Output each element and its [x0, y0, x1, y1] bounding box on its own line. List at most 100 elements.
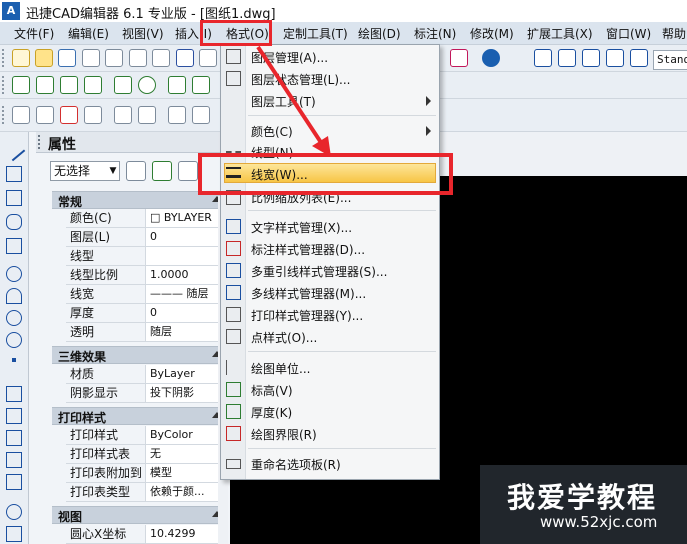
cloud-icon[interactable] — [82, 49, 100, 67]
menu-plot-style[interactable]: 打印样式管理器(Y)... — [251, 307, 363, 324]
prop-value[interactable]: 随层 — [150, 323, 228, 341]
menu-edit[interactable]: 编辑(E) — [68, 25, 109, 42]
prop-row[interactable]: 线型比例 1.0000 — [66, 266, 228, 285]
prop-row[interactable]: 打印表类型 依赖于颜... — [66, 483, 228, 502]
layer-isolate-icon[interactable] — [114, 106, 132, 124]
menu-layer-tools[interactable]: 图层工具(T) — [251, 93, 316, 110]
freehand-icon[interactable] — [6, 238, 22, 254]
prop-row[interactable]: 厚度 0 — [66, 304, 228, 323]
layer-icon[interactable] — [12, 106, 30, 124]
menu-dim-style[interactable]: 标注样式管理器(D)... — [251, 241, 365, 258]
section-plot-style[interactable]: 打印样式 — [52, 407, 228, 425]
prop-value[interactable]: 投下阴影 — [150, 384, 228, 402]
prop-row[interactable]: 材质 ByLayer — [66, 365, 228, 384]
toolbar-grip[interactable] — [2, 76, 8, 94]
text-edit-icon[interactable] — [582, 49, 600, 67]
select-objects-icon[interactable] — [152, 161, 172, 181]
ray-icon[interactable] — [6, 190, 22, 206]
region-icon[interactable] — [6, 474, 22, 490]
menu-mline-style[interactable]: 多线样式管理器(M)... — [251, 285, 366, 302]
menu-dimension[interactable]: 标注(N) — [414, 25, 456, 42]
plot-icon[interactable] — [152, 49, 170, 67]
spline-icon[interactable] — [6, 214, 22, 230]
menu-draw[interactable]: 绘图(D) — [358, 25, 401, 42]
prop-value[interactable]: 无 — [150, 445, 228, 463]
dish-icon[interactable] — [168, 76, 186, 94]
prop-row[interactable]: 打印表附加到 模型 — [66, 464, 228, 483]
menu-custom-tools[interactable]: 定制工具(T) — [283, 25, 348, 42]
helix-icon[interactable] — [6, 408, 22, 424]
toolbar-grip[interactable] — [2, 106, 8, 124]
menu-layer-manager[interactable]: 图层管理(A)... — [251, 49, 328, 66]
menu-view[interactable]: 视图(V) — [122, 25, 164, 42]
menu-help[interactable]: 帮助 — [662, 25, 686, 42]
polyline-icon[interactable] — [6, 166, 22, 182]
layer-walk-icon[interactable] — [138, 106, 156, 124]
layer-freeze-icon[interactable] — [168, 106, 186, 124]
quick-select-icon[interactable] — [178, 161, 198, 181]
cylinder-icon[interactable] — [114, 76, 132, 94]
menu-window[interactable]: 窗口(W) — [606, 25, 651, 42]
help-icon[interactable] — [482, 49, 500, 67]
menu-limits[interactable]: 绘图界限(R) — [251, 426, 317, 443]
text-icon[interactable] — [558, 49, 576, 67]
save-icon[interactable] — [58, 49, 76, 67]
point-icon[interactable] — [12, 358, 16, 362]
prop-row[interactable]: 线宽 ——— 随层 — [66, 285, 228, 304]
menu-modify[interactable]: 修改(M) — [470, 25, 514, 42]
prop-row[interactable]: 线型 — [66, 247, 228, 266]
hatch-icon[interactable] — [6, 452, 22, 468]
text-scale-icon[interactable] — [606, 49, 624, 67]
prop-value[interactable]: 依赖于颜... — [150, 483, 228, 501]
line-icon[interactable] — [2, 138, 26, 162]
menu-thickness[interactable]: 厚度(K) — [251, 404, 292, 421]
prop-value[interactable]: 模型 — [150, 464, 228, 482]
sphere-icon[interactable] — [138, 76, 156, 94]
prop-row[interactable]: 阴影显示 投下阴影 — [66, 384, 228, 403]
prop-value[interactable]: 0 — [150, 304, 228, 322]
menu-point-style[interactable]: 点样式(O)... — [251, 329, 317, 346]
wedge-icon[interactable] — [36, 76, 54, 94]
text-style-select[interactable]: Standa — [653, 50, 687, 70]
menu-elevation[interactable]: 标高(V) — [251, 382, 293, 399]
prop-row[interactable]: 颜色(C) □ BYLAYER — [66, 209, 228, 228]
chevron-down-icon[interactable]: ▼ — [106, 161, 120, 181]
prop-row[interactable]: 打印样式 ByColor — [66, 426, 228, 445]
menu-color[interactable]: 颜色(C) — [251, 123, 293, 140]
open-folder-icon[interactable] — [35, 49, 53, 67]
print-icon[interactable] — [105, 49, 123, 67]
prop-row[interactable]: 图层(L) 0 — [66, 228, 228, 247]
panel-grip[interactable] — [38, 135, 44, 149]
purge-icon[interactable] — [450, 49, 468, 67]
prop-value[interactable]: 1.0000 — [150, 266, 228, 284]
dome-icon[interactable] — [192, 76, 210, 94]
text-style-icon[interactable] — [534, 49, 552, 67]
donut-icon[interactable] — [6, 504, 22, 520]
polygon-icon[interactable] — [6, 430, 22, 446]
toggle-pickadd-icon[interactable] — [126, 161, 146, 181]
menu-layer-state[interactable]: 图层状态管理(L)... — [251, 71, 351, 88]
prop-row[interactable]: 透明 随层 — [66, 323, 228, 342]
section-3d-effects[interactable]: 三维效果 — [52, 346, 228, 364]
arc-icon[interactable] — [6, 288, 22, 304]
menu-mleader-style[interactable]: 多重引线样式管理器(S)... — [251, 263, 387, 280]
spellcheck-icon[interactable] — [199, 49, 217, 67]
prop-row[interactable]: 圆心X坐标 10.4299 — [66, 525, 228, 544]
prop-value[interactable]: 10.4299 — [150, 525, 228, 543]
layer-off-icon[interactable] — [192, 106, 210, 124]
cone-icon[interactable] — [84, 76, 102, 94]
rectangle-icon[interactable] — [6, 386, 22, 402]
table-icon[interactable] — [6, 526, 22, 542]
mtext-icon[interactable] — [630, 49, 648, 67]
box-icon[interactable] — [12, 76, 30, 94]
check-icon[interactable] — [176, 49, 194, 67]
toolbar-grip[interactable] — [2, 49, 8, 67]
print-preview-icon[interactable] — [129, 49, 147, 67]
menu-rename-palette[interactable]: 重命名选项板(R) — [251, 456, 341, 473]
prop-value[interactable]: ByColor — [150, 426, 228, 444]
circle-icon[interactable] — [6, 266, 22, 282]
pyramid-icon[interactable] — [60, 76, 78, 94]
ellipse-icon[interactable] — [6, 310, 22, 326]
new-file-icon[interactable] — [12, 49, 30, 67]
prop-value[interactable]: ——— 随层 — [150, 285, 228, 303]
